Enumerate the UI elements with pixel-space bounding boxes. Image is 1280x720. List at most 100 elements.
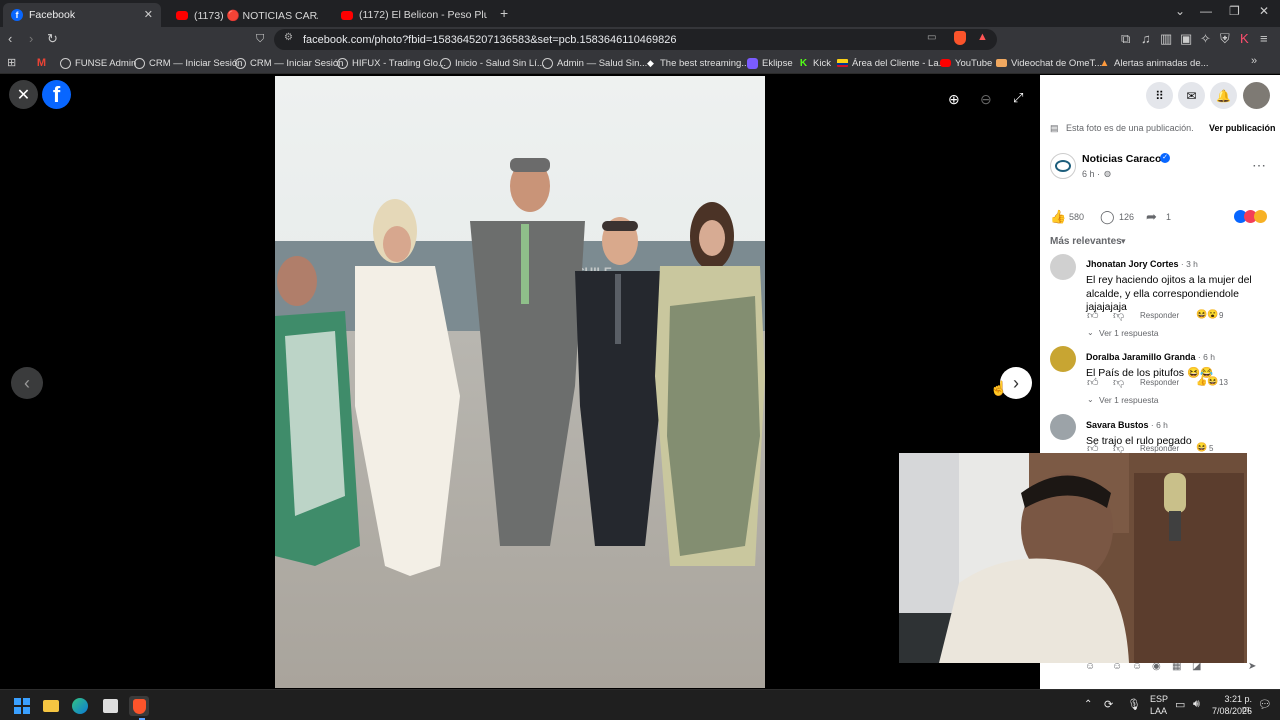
menu-grid-icon[interactable]: ⠿ bbox=[1146, 82, 1173, 109]
page-avatar[interactable] bbox=[1050, 153, 1076, 179]
comment-author[interactable]: Doralba Jaramillo Granda bbox=[1086, 352, 1196, 362]
page-name[interactable]: Noticias Caracol bbox=[1082, 153, 1164, 165]
more-bookmarks-icon[interactable]: » bbox=[1251, 55, 1257, 67]
comment-icon[interactable]: ◯ bbox=[1100, 209, 1115, 225]
chevron-down-icon[interactable]: ▾ bbox=[1121, 236, 1126, 247]
notifications-bell-icon[interactable]: 🔔 bbox=[1210, 82, 1237, 109]
comment-reaction-count[interactable]: 9 bbox=[1219, 311, 1223, 320]
notifications-icon[interactable]: 💬︎ bbox=[1258, 698, 1272, 711]
likes-count[interactable]: 580 bbox=[1069, 212, 1084, 222]
shares-count[interactable]: 1 bbox=[1166, 212, 1171, 222]
like-icon[interactable]: 👍 bbox=[1050, 209, 1066, 225]
share-icon[interactable]: ➦ bbox=[1146, 209, 1157, 225]
clock-date[interactable]: 7/08/2026 bbox=[1212, 706, 1252, 716]
bookmark-item[interactable]: Inicio - Salud Sin Lí... bbox=[440, 56, 545, 70]
tab-noticias-caracol[interactable]: (1173) 🔴 NOTICIAS CARACOL EN VI bbox=[168, 3, 326, 27]
bookmark-item[interactable]: HIFUX - Trading Glo... bbox=[337, 56, 446, 70]
bookmark-item[interactable]: Videochat de OmeT... bbox=[996, 56, 1102, 70]
address-bar[interactable]: ⚙ facebook.com/photo?fbid=15836452071365… bbox=[274, 29, 997, 50]
tab-el-belicon[interactable]: (1172) El Belicon - Peso Pluma & Rai bbox=[333, 3, 495, 27]
media-icon[interactable]: ♫ bbox=[1141, 32, 1151, 46]
bookmark-item[interactable]: CRM — Iniciar Sesión bbox=[134, 56, 242, 70]
brave-taskbar-icon[interactable] bbox=[129, 696, 149, 716]
network-icon[interactable]: ▭ bbox=[1175, 698, 1185, 711]
comment-time[interactable]: · 6 h bbox=[1196, 352, 1215, 362]
reply-button[interactable]: Responder bbox=[1140, 378, 1179, 387]
menu-icon[interactable]: ≡ bbox=[1260, 32, 1268, 46]
file-explorer-icon[interactable] bbox=[41, 696, 61, 716]
send-icon[interactable]: ➤ bbox=[1248, 661, 1256, 672]
bookmark-item[interactable]: ◆ The best streaming... bbox=[645, 56, 749, 70]
view-replies-link[interactable]: Ver 1 respuesta bbox=[1099, 328, 1159, 338]
volume-icon[interactable]: 🔊︎ bbox=[1193, 698, 1200, 711]
brave-shields-icon[interactable] bbox=[954, 31, 966, 45]
profile-extension-icon[interactable]: K bbox=[1240, 32, 1249, 46]
keyboard-layout-indicator[interactable]: LAA bbox=[1150, 706, 1167, 716]
comments-count[interactable]: 126 bbox=[1119, 212, 1134, 222]
apps-grid-icon[interactable]: ⊞ bbox=[7, 56, 16, 69]
bookmark-page-icon[interactable]: ⛉ bbox=[256, 32, 264, 46]
like-comment-icon[interactable]: 👍︎ bbox=[1087, 309, 1099, 322]
previous-photo-button[interactable]: ‹ bbox=[11, 367, 43, 399]
restore-icon[interactable]: ❐ bbox=[1229, 4, 1240, 18]
commenter-avatar[interactable] bbox=[1050, 414, 1076, 440]
messenger-icon[interactable]: ✉ bbox=[1178, 82, 1205, 109]
bookmark-item[interactable]: FUNSE Admin bbox=[60, 56, 136, 70]
brave-rewards-icon[interactable]: ▲ bbox=[977, 31, 988, 43]
microphone-icon[interactable]: 🎙︎ bbox=[1127, 698, 1141, 711]
sync-icon[interactable]: ⟳ bbox=[1104, 698, 1113, 711]
fullscreen-icon[interactable]: ⤢ bbox=[1013, 90, 1023, 106]
comment-reactions-icon[interactable]: 👍😆 bbox=[1196, 376, 1218, 387]
comment-author[interactable]: Jhonatan Jory Cortes bbox=[1086, 259, 1179, 269]
bookmark-item[interactable]: ▲ Alertas animadas de... bbox=[1099, 56, 1209, 70]
vpn-icon[interactable]: ⛨ bbox=[1220, 32, 1230, 46]
wallet-icon[interactable]: ▣ bbox=[1180, 32, 1192, 46]
facebook-logo-icon[interactable]: f bbox=[42, 80, 71, 109]
comment-time[interactable]: · 6 h bbox=[1149, 420, 1168, 430]
dislike-comment-icon[interactable]: 👎︎ bbox=[1113, 309, 1124, 322]
bookmark-item[interactable]: K Kick bbox=[798, 56, 831, 70]
forward-icon[interactable]: › bbox=[29, 32, 33, 46]
cast-icon[interactable]: ▭ bbox=[927, 32, 936, 43]
leo-icon[interactable]: ✧ bbox=[1200, 32, 1211, 46]
comment-reaction-count[interactable]: 13 bbox=[1219, 378, 1228, 387]
sidebar-icon[interactable]: ▥ bbox=[1160, 32, 1172, 46]
reactions-summary[interactable] bbox=[1234, 210, 1274, 223]
comment-reaction-count[interactable]: 5 bbox=[1209, 444, 1213, 453]
reply-button[interactable]: Responder bbox=[1140, 311, 1179, 320]
bookmark-item[interactable]: CRM — Iniciar Sesión bbox=[235, 56, 343, 70]
bookmark-gmail[interactable]: M bbox=[36, 56, 51, 70]
comment-author[interactable]: Savara Bustos bbox=[1086, 420, 1149, 430]
reply-button[interactable]: Responder bbox=[1140, 444, 1179, 453]
comment-reactions-icon[interactable]: 😆 bbox=[1196, 442, 1207, 453]
tab-search-chevron-icon[interactable]: ⌄ bbox=[1175, 4, 1185, 18]
bookmark-item[interactable]: Admin — Salud Sin... bbox=[542, 56, 647, 70]
post-time[interactable]: 6 h · bbox=[1082, 169, 1100, 179]
new-tab-button[interactable]: + bbox=[500, 5, 508, 21]
zoom-out-icon[interactable]: ⊖ bbox=[980, 91, 992, 108]
minimize-icon[interactable]: — bbox=[1200, 4, 1212, 18]
comment-reactions-icon[interactable]: 😆😮 bbox=[1196, 309, 1218, 320]
zoom-in-icon[interactable]: ⊕ bbox=[948, 91, 960, 108]
close-viewer-button[interactable]: ✕ bbox=[9, 80, 38, 109]
back-icon[interactable]: ‹ bbox=[8, 32, 12, 46]
store-icon[interactable] bbox=[100, 696, 120, 716]
edge-icon[interactable] bbox=[70, 696, 90, 716]
commenter-avatar[interactable] bbox=[1050, 254, 1076, 280]
commenter-avatar[interactable] bbox=[1050, 346, 1076, 372]
reload-icon[interactable]: ↻ bbox=[47, 32, 58, 46]
more-options-icon[interactable]: ⋯ bbox=[1252, 157, 1266, 174]
start-button[interactable] bbox=[12, 696, 32, 716]
dislike-comment-icon[interactable]: 👎︎ bbox=[1113, 376, 1124, 389]
like-comment-icon[interactable]: 👍︎ bbox=[1087, 376, 1099, 389]
bookmark-item[interactable]: Eklipse bbox=[747, 56, 793, 70]
tray-overflow-icon[interactable]: ⌃ bbox=[1084, 699, 1092, 710]
account-avatar[interactable] bbox=[1243, 82, 1270, 109]
view-post-link[interactable]: Ver publicación bbox=[1209, 123, 1276, 133]
close-tab-icon[interactable]: ✕ bbox=[144, 8, 153, 21]
close-window-icon[interactable]: ✕ bbox=[1259, 4, 1269, 18]
bookmark-item[interactable]: Área del Cliente - La... bbox=[837, 56, 947, 70]
bookmark-item[interactable]: YouTube bbox=[940, 56, 992, 70]
comment-time[interactable]: · 3 h bbox=[1179, 259, 1198, 269]
post-photo[interactable]: ZA DE CHILE bbox=[275, 76, 765, 688]
